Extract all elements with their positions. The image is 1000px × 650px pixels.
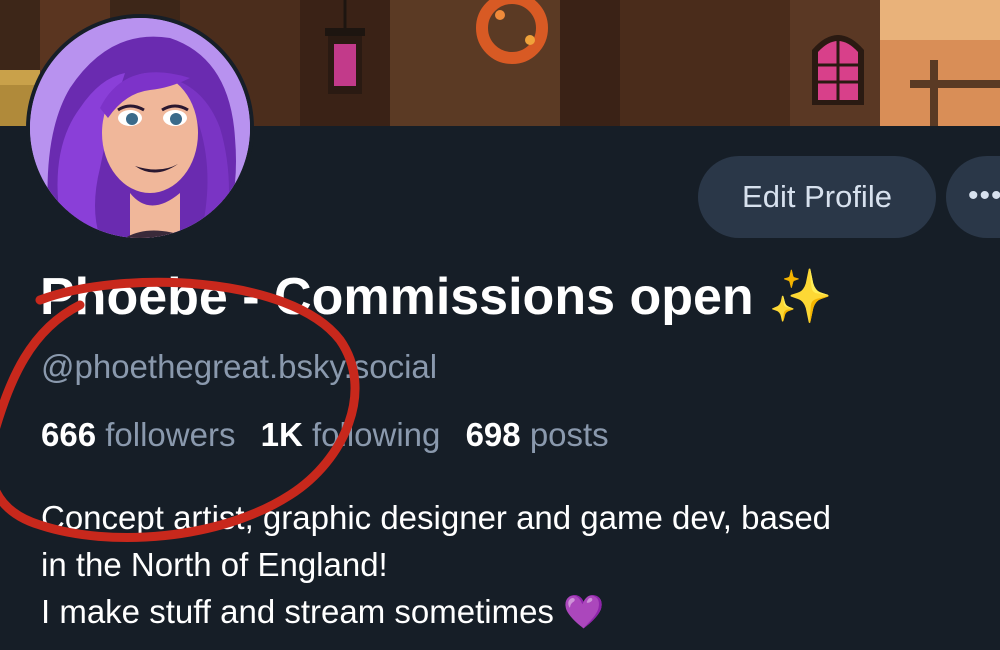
followers-label: followers (105, 416, 236, 453)
display-name-text: Phoebe - Commissions open (40, 268, 754, 326)
profile-bio: Concept artist, graphic designer and gam… (41, 494, 1000, 635)
purple-heart-emoji: 💜 (563, 593, 605, 630)
followers-count: 666 (41, 416, 97, 453)
followers-link[interactable]: 666 followers (41, 416, 245, 453)
edit-profile-label: Edit Profile (742, 179, 892, 214)
following-count: 1K (260, 416, 303, 453)
profile-avatar[interactable] (26, 14, 254, 242)
sparkles-emoji: ✨ (768, 268, 833, 326)
following-label: following (311, 416, 441, 453)
posts-count: 698 (465, 416, 521, 453)
edit-profile-button[interactable]: Edit Profile (698, 156, 936, 238)
more-options-button[interactable]: ••• (946, 156, 1000, 238)
posts-label: posts (529, 416, 609, 453)
more-icon: ••• (968, 179, 1000, 212)
profile-stats: 666 followers 1K following 698 posts (41, 416, 609, 454)
following-link[interactable]: 1K following (261, 416, 450, 453)
bio-text: Concept artist, graphic designer and gam… (41, 499, 832, 630)
posts-stat: 698 posts (466, 416, 609, 453)
display-name: Phoebe - Commissions open ✨ (40, 266, 833, 327)
profile-handle[interactable]: @phoethegreat.bsky.social (41, 348, 437, 386)
